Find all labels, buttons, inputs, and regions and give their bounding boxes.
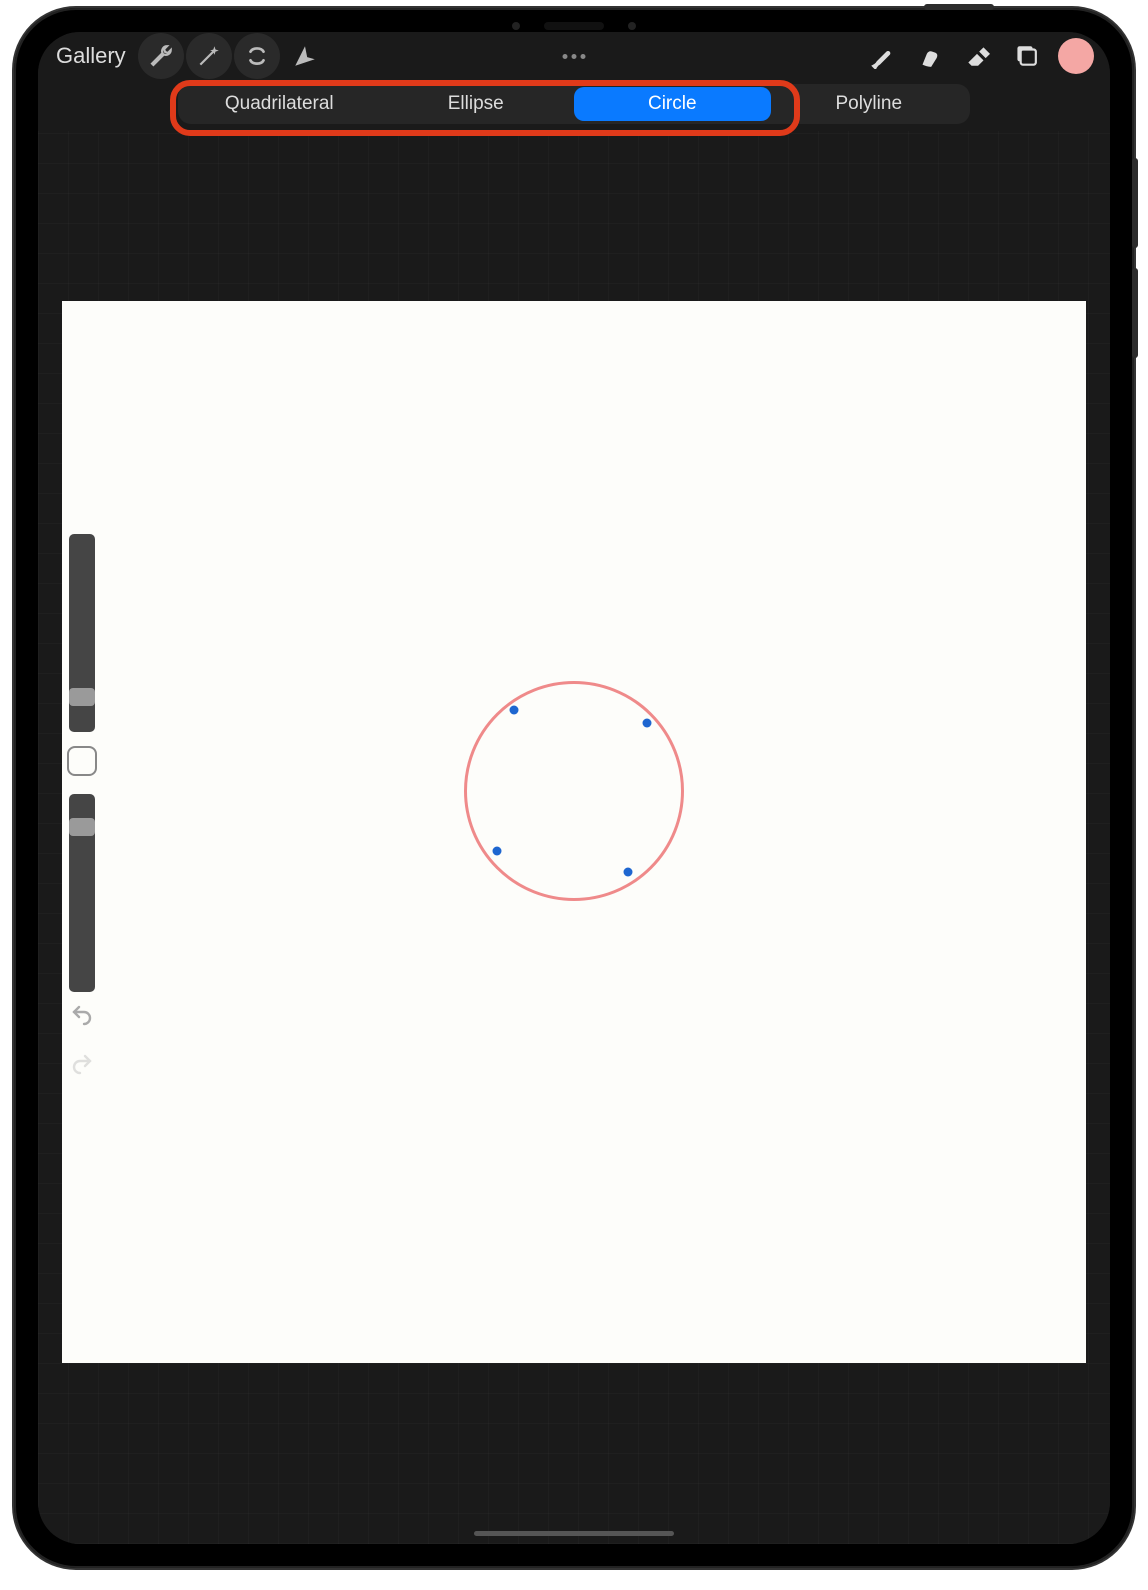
- volume-down-button: [1132, 268, 1138, 358]
- slider-thumb[interactable]: [69, 688, 95, 706]
- home-indicator[interactable]: [474, 1531, 674, 1536]
- redo-icon[interactable]: [70, 1052, 94, 1081]
- smudge-icon[interactable]: [906, 33, 952, 79]
- shape-tab-bar: QuadrilateralEllipseCirclePolyline: [178, 84, 970, 124]
- ipad-frame: Gallery: [14, 8, 1134, 1568]
- shape-handle[interactable]: [623, 868, 632, 877]
- canvas[interactable]: [62, 301, 1086, 1363]
- wrench-icon[interactable]: [138, 33, 184, 79]
- layers-icon[interactable]: [1002, 33, 1048, 79]
- gallery-button[interactable]: Gallery: [46, 43, 136, 69]
- power-button: [924, 4, 994, 10]
- eraser-icon[interactable]: [954, 33, 1000, 79]
- top-toolbar: Gallery: [38, 32, 1110, 80]
- color-swatch[interactable]: [1058, 38, 1094, 74]
- screen: Gallery: [38, 32, 1110, 1544]
- undo-icon[interactable]: [70, 1003, 94, 1032]
- workspace[interactable]: [38, 131, 1110, 1544]
- brush-icon[interactable]: [858, 33, 904, 79]
- arrow-icon[interactable]: [282, 33, 328, 79]
- sidebar-controls: [62, 534, 102, 1091]
- wand-icon[interactable]: [186, 33, 232, 79]
- slider-thumb[interactable]: [69, 818, 95, 836]
- shape-tab-ellipse[interactable]: Ellipse: [378, 87, 575, 121]
- shape-handle[interactable]: [642, 718, 651, 727]
- modifier-button[interactable]: [67, 746, 97, 776]
- shape-handle[interactable]: [492, 846, 501, 855]
- opacity-slider[interactable]: [69, 794, 95, 992]
- shape-tab-circle[interactable]: Circle: [574, 87, 771, 121]
- shape-handle[interactable]: [510, 705, 519, 714]
- more-options[interactable]: [563, 54, 586, 59]
- camera-notch: [509, 22, 639, 32]
- selection-icon[interactable]: [234, 33, 280, 79]
- brush-size-slider[interactable]: [69, 534, 95, 732]
- circle-shape[interactable]: [464, 681, 684, 901]
- shape-tab-quadrilateral[interactable]: Quadrilateral: [181, 87, 378, 121]
- shape-tab-polyline[interactable]: Polyline: [771, 87, 968, 121]
- volume-up-button: [1132, 158, 1138, 248]
